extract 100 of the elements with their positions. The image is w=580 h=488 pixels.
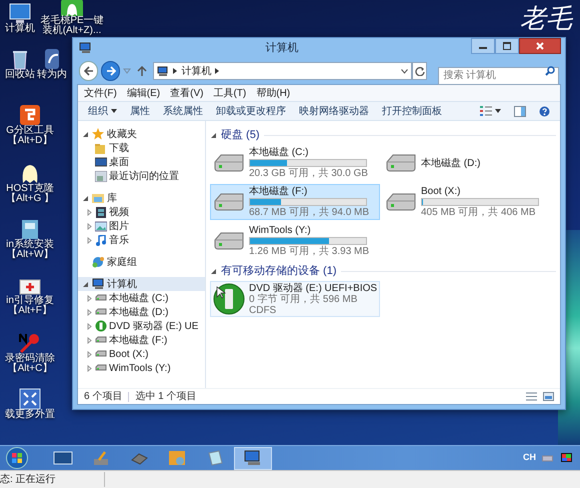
icon-label[interactable]: 计算机	[5, 24, 35, 34]
icon-label[interactable]: 【Alt+D】	[8, 136, 52, 146]
drive-tile[interactable]: 本地磁盘 (C:) 20.3 GB 可用，共 30.0 GB	[210, 145, 380, 181]
tree-item[interactable]: 桌面	[78, 155, 205, 169]
hard-drive-icon	[95, 364, 107, 372]
hard-drive-icon	[213, 230, 245, 252]
icon-label[interactable]: G分区工具	[6, 126, 54, 136]
menu-item[interactable]: 查看(V)	[170, 86, 204, 100]
library-icon	[92, 192, 104, 204]
back-button[interactable]	[79, 61, 98, 81]
dropdown-icon	[123, 68, 132, 74]
icon-label[interactable]: 【Alt+W】	[6, 250, 54, 260]
tree-item[interactable]: 本地磁盘 (C:)	[78, 291, 205, 305]
tree-item[interactable]: 收藏夹	[78, 127, 205, 141]
drive-tile[interactable]: 本地磁盘 (F:) 68.7 MB 可用，共 94.0 MB	[210, 184, 380, 220]
menu-item[interactable]: 文件(F)	[84, 86, 117, 100]
tree-item[interactable]: 音乐	[78, 233, 205, 247]
search-field[interactable]: 搜索 计算机	[438, 66, 559, 84]
tree-item[interactable]: 家庭组	[78, 255, 205, 269]
monitor-icon	[7, 2, 33, 24]
preview-pane-button[interactable]	[514, 106, 526, 116]
drive-tile[interactable]: Boot (X:) 405 MB 可用，共 406 MB	[382, 184, 552, 220]
forward-button[interactable]	[101, 61, 120, 81]
toolbar-button[interactable]: 映射网络驱动器	[299, 104, 369, 118]
status-text: 选中 1 个项目	[135, 390, 196, 404]
dropdown-icon	[401, 68, 408, 74]
tree-item[interactable]: Boot (X:)	[78, 347, 205, 361]
window-title: 计算机	[264, 40, 300, 56]
display-icon	[561, 452, 572, 464]
status-text: 态: 正在运行	[0, 472, 105, 487]
maximize-button[interactable]	[495, 38, 519, 54]
tree-item[interactable]: 库	[78, 191, 205, 205]
maximize-icon	[503, 42, 511, 50]
menu-item[interactable]: 编辑(E)	[126, 86, 160, 100]
forward-icon	[106, 66, 116, 76]
windows-logo-icon	[6, 447, 28, 469]
toolbar-button[interactable]: 系统属性	[163, 104, 203, 118]
hard-drive-icon	[213, 191, 245, 213]
group-heading[interactable]: 硬盘 (5)	[221, 126, 260, 144]
toolbar-button[interactable]: 卸载或更改程序	[216, 104, 286, 118]
address-field[interactable]: 计算机	[153, 62, 412, 80]
hard-drive-icon	[385, 191, 417, 213]
icon-label[interactable]: in引导修复	[6, 296, 54, 306]
network-icon	[92, 256, 104, 268]
hard-drive-icon	[95, 308, 107, 316]
caret-icon	[495, 109, 501, 113]
drive-tile[interactable]: 本地磁盘 (D:)	[382, 145, 552, 181]
icon-label[interactable]: in系统安装	[6, 240, 54, 250]
breadcrumb[interactable]: 计算机	[181, 64, 212, 78]
hard-drive-icon	[95, 336, 107, 344]
computer-icon	[243, 449, 263, 467]
drive-name: 本地磁盘 (F:)	[249, 186, 308, 197]
toolbar-button[interactable]: 属性	[130, 104, 150, 118]
icon-label[interactable]: 载更多外置	[5, 410, 55, 420]
view-options-button[interactable]	[480, 106, 501, 116]
large-icons-view-button[interactable]	[543, 392, 554, 401]
drive-tile[interactable]: DVD 驱动器 (E:) UEFI+BIOS 0 字节 可用，共 596 MB CDFS	[210, 281, 380, 317]
pane-icon	[514, 106, 526, 116]
start-button[interactable]	[4, 446, 30, 470]
icon-label[interactable]: 【Alt+F】	[8, 306, 52, 316]
details-view-button[interactable]	[526, 392, 537, 401]
toolbar-button[interactable]: 组织	[88, 104, 117, 118]
free-space-text: 1.26 MB 可用，共 3.93 MB	[249, 246, 370, 257]
icon-label[interactable]: 【Alt+C】	[8, 364, 52, 374]
tree-item[interactable]: 图片	[78, 219, 205, 233]
icon-label[interactable]: 老毛桃PE一键	[40, 16, 104, 26]
disc-drive-icon	[213, 283, 245, 315]
tree-item[interactable]: 最近访问的位置	[78, 169, 205, 183]
icon-label[interactable]: HOST克隆	[6, 184, 54, 194]
tree-item[interactable]: 下载	[78, 141, 205, 155]
drive-tile[interactable]: WimTools (Y:) 1.26 MB 可用，共 3.93 MB	[210, 223, 380, 259]
refresh-button[interactable]	[412, 62, 428, 80]
menu-item[interactable]: 帮助(H)	[256, 86, 290, 100]
icon-label[interactable]: 转为内	[37, 70, 67, 80]
close-button[interactable]	[519, 38, 561, 54]
icon-label[interactable]: 回收站	[5, 70, 35, 80]
tree-item[interactable]: DVD 驱动器 (E:) UE	[78, 319, 205, 333]
icon-label[interactable]: 【Alt+G 】	[6, 194, 54, 204]
star-icon	[92, 128, 104, 140]
toolbar-button[interactable]: 打开控制面板	[382, 104, 442, 118]
folder-icon	[95, 142, 107, 154]
tree-item[interactable]: 本地磁盘 (F:)	[78, 333, 205, 347]
language-indicator[interactable]: CH	[523, 451, 536, 465]
hard-drive-icon	[95, 294, 107, 302]
minimize-button[interactable]	[471, 38, 495, 54]
group-heading[interactable]: 有可移动存储的设备 (1)	[221, 262, 336, 280]
icon-label[interactable]: 装机(Alt+Z)...	[42, 26, 102, 36]
tree-item[interactable]: WimTools (Y:)	[78, 361, 205, 375]
monitor-icon	[53, 449, 73, 467]
tree-item[interactable]: 视频	[78, 205, 205, 219]
icon-label[interactable]: 录密码清除	[5, 354, 55, 364]
tree-item[interactable]: 本地磁盘 (D:)	[78, 305, 205, 319]
search-icon	[545, 66, 555, 76]
refresh-icon	[414, 66, 425, 76]
tree-item[interactable]: 计算机	[78, 277, 205, 291]
image-icon	[95, 220, 107, 232]
help-button[interactable]	[539, 106, 550, 116]
film-icon	[95, 206, 107, 218]
menu-item[interactable]: 工具(T)	[213, 86, 246, 100]
taskbar-button[interactable]	[234, 446, 272, 470]
